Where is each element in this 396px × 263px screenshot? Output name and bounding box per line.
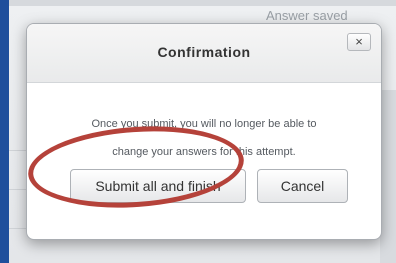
page-top-strip [9,0,396,6]
answer-status-text: Answer saved [266,8,348,23]
close-icon: × [355,34,363,49]
close-button[interactable]: × [347,33,371,51]
page-right-column [380,90,396,263]
submit-all-and-finish-button[interactable]: Submit all and finish [70,169,246,203]
dialog-title: Confirmation [157,44,251,60]
page-left-bar [0,0,9,263]
dialog-message-line-1: Once you submit, you will no longer be a… [91,118,317,130]
confirmation-dialog: Confirmation × Once you submit, you will… [26,23,382,240]
cancel-button[interactable]: Cancel [257,169,348,203]
dialog-body: Once you submit, you will no longer be a… [27,83,381,239]
dialog-message: Once you submit, you will no longer be a… [27,110,381,166]
dialog-header: Confirmation × [27,24,381,83]
dialog-message-line-2: change your answers for this attempt. [112,146,296,158]
